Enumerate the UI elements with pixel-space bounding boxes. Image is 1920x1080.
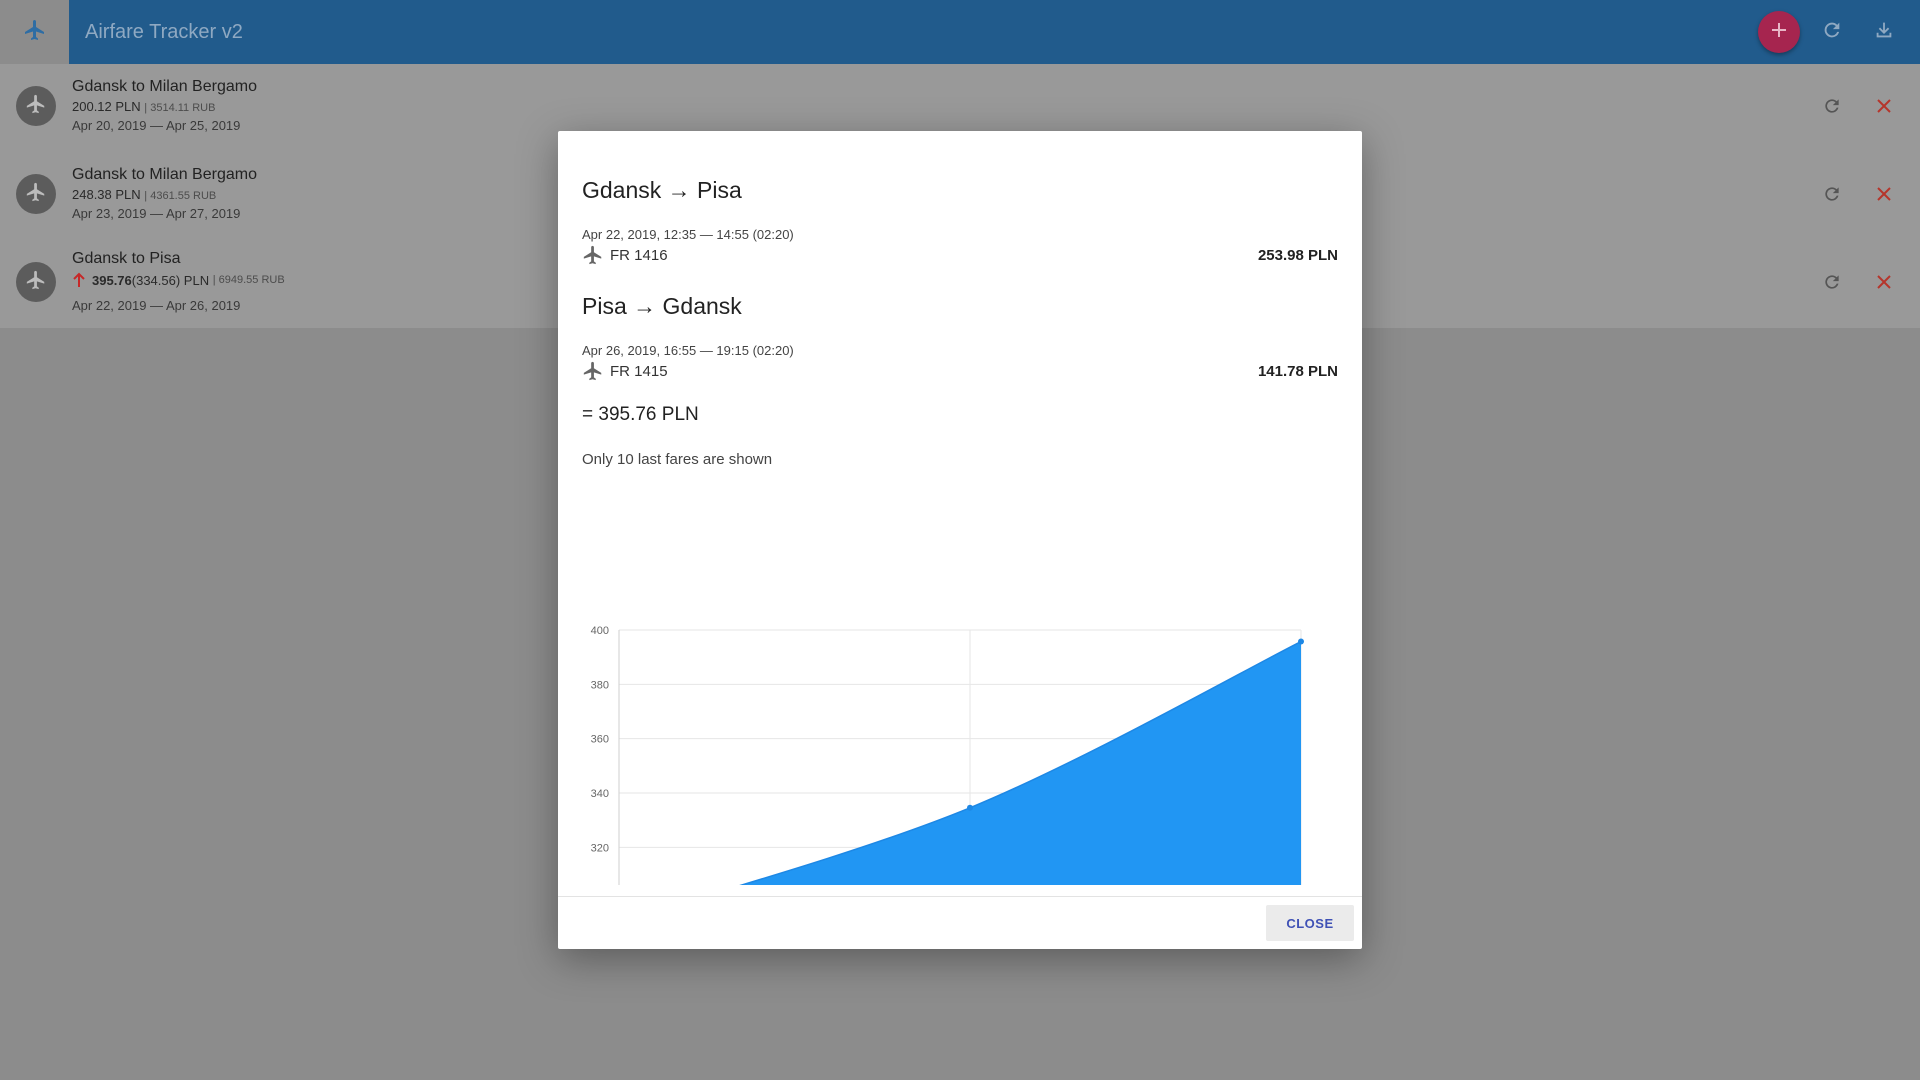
outbound-time: Apr 22, 2019, 12:35 — 14:55 (02:20) xyxy=(582,227,794,242)
trip-dates: Apr 23, 2019 — Apr 27, 2019 xyxy=(72,206,241,221)
trip-title: Gdansk to Milan Bergamo xyxy=(72,78,257,95)
trip-avatar xyxy=(16,86,56,126)
outbound-route-title: Gdansk → Pisa xyxy=(582,177,742,203)
refresh-icon xyxy=(1822,96,1842,121)
fares-note: Only 10 last fares are shown xyxy=(582,451,773,468)
close-button[interactable]: CLOSE xyxy=(1266,905,1354,941)
y-tick-label: 320 xyxy=(591,842,609,854)
return-route-title: Pisa → Gdansk xyxy=(582,293,742,319)
remove-trip-button[interactable] xyxy=(1866,266,1902,302)
airplane-icon xyxy=(25,269,47,296)
download-icon xyxy=(1873,19,1895,46)
flight-number: FR 1416 xyxy=(610,246,668,264)
airplane-icon xyxy=(582,360,610,382)
download-button[interactable] xyxy=(1866,14,1902,50)
trip-price: 395.76 (334.56) PLN | 6949.55 RUB xyxy=(72,272,285,288)
outbound-flight: FR 1416 xyxy=(582,244,668,266)
trip-avatar xyxy=(16,262,56,302)
app-title: Airfare Tracker v2 xyxy=(85,21,243,43)
close-icon xyxy=(1875,273,1893,296)
y-tick-label: 340 xyxy=(591,788,609,800)
y-tick-label: 360 xyxy=(591,734,609,746)
airplane-icon xyxy=(582,244,610,266)
refresh-trip-button[interactable] xyxy=(1814,178,1850,214)
remove-trip-button[interactable] xyxy=(1866,178,1902,214)
trip-price-previous: (334.56) PLN xyxy=(131,272,210,288)
data-point xyxy=(967,804,973,811)
refresh-trip-button[interactable] xyxy=(1814,90,1850,126)
trip-avatar xyxy=(16,174,56,214)
data-point xyxy=(1298,638,1304,645)
trip-price: 200.12 PLN | 3514.11 RUB xyxy=(72,99,215,114)
trip-price-secondary: | 3514.11 RUB xyxy=(144,102,216,114)
return-price: 141.78 PLN xyxy=(1257,363,1338,380)
outbound-price: 253.98 PLN xyxy=(1257,247,1338,264)
refresh-icon xyxy=(1821,19,1843,46)
airplane-icon xyxy=(25,181,47,208)
return-time: Apr 26, 2019, 16:55 — 19:15 (02:20) xyxy=(582,343,794,358)
close-icon xyxy=(1875,97,1893,120)
flight-number: FR 1415 xyxy=(610,362,668,380)
remove-trip-button[interactable] xyxy=(1866,90,1902,126)
airplane-icon xyxy=(25,93,47,120)
y-tick-label: 400 xyxy=(591,625,609,637)
trip-price-secondary: | 6949.55 RUB xyxy=(212,274,285,286)
trip-dates: Apr 20, 2019 — Apr 25, 2019 xyxy=(72,118,241,133)
add-icon xyxy=(1769,20,1789,45)
trip-price-current: 395.76 xyxy=(92,272,132,288)
trip-dates: Apr 22, 2019 — Apr 26, 2019 xyxy=(72,298,241,313)
app-logo[interactable] xyxy=(0,0,69,64)
trip-price-main: 248.38 PLN xyxy=(72,187,141,202)
trip-price: 248.38 PLN | 4361.55 RUB xyxy=(72,187,216,202)
refresh-all-button[interactable] xyxy=(1814,14,1850,50)
add-trip-button[interactable] xyxy=(1758,11,1800,53)
refresh-icon xyxy=(1822,184,1842,209)
y-tick-label: 380 xyxy=(591,679,609,691)
close-icon xyxy=(1875,185,1893,208)
trip-title: Gdansk to Pisa xyxy=(72,250,181,267)
trip-price-secondary: | 4361.55 RUB xyxy=(144,190,217,202)
fare-details-dialog: Gdansk → Pisa Apr 22, 2019, 12:35 — 14:5… xyxy=(558,131,1362,949)
refresh-icon xyxy=(1822,272,1842,297)
total-price: = 395.76 PLN xyxy=(582,404,699,425)
app-bar: Airfare Tracker v2 xyxy=(0,0,1920,64)
airplane-icon xyxy=(23,18,47,47)
return-flight: FR 1415 xyxy=(582,360,668,382)
trip-price-main: 200.12 PLN xyxy=(72,99,141,114)
trip-title: Gdansk to Milan Bergamo xyxy=(72,166,257,183)
fare-area xyxy=(741,641,1301,885)
dialog-divider xyxy=(558,896,1362,897)
arrow-up-icon xyxy=(72,272,86,288)
fare-history-chart: 280300320340360380400Feb 110:23Feb 111:4… xyxy=(591,625,1304,885)
refresh-trip-button[interactable] xyxy=(1814,266,1850,302)
